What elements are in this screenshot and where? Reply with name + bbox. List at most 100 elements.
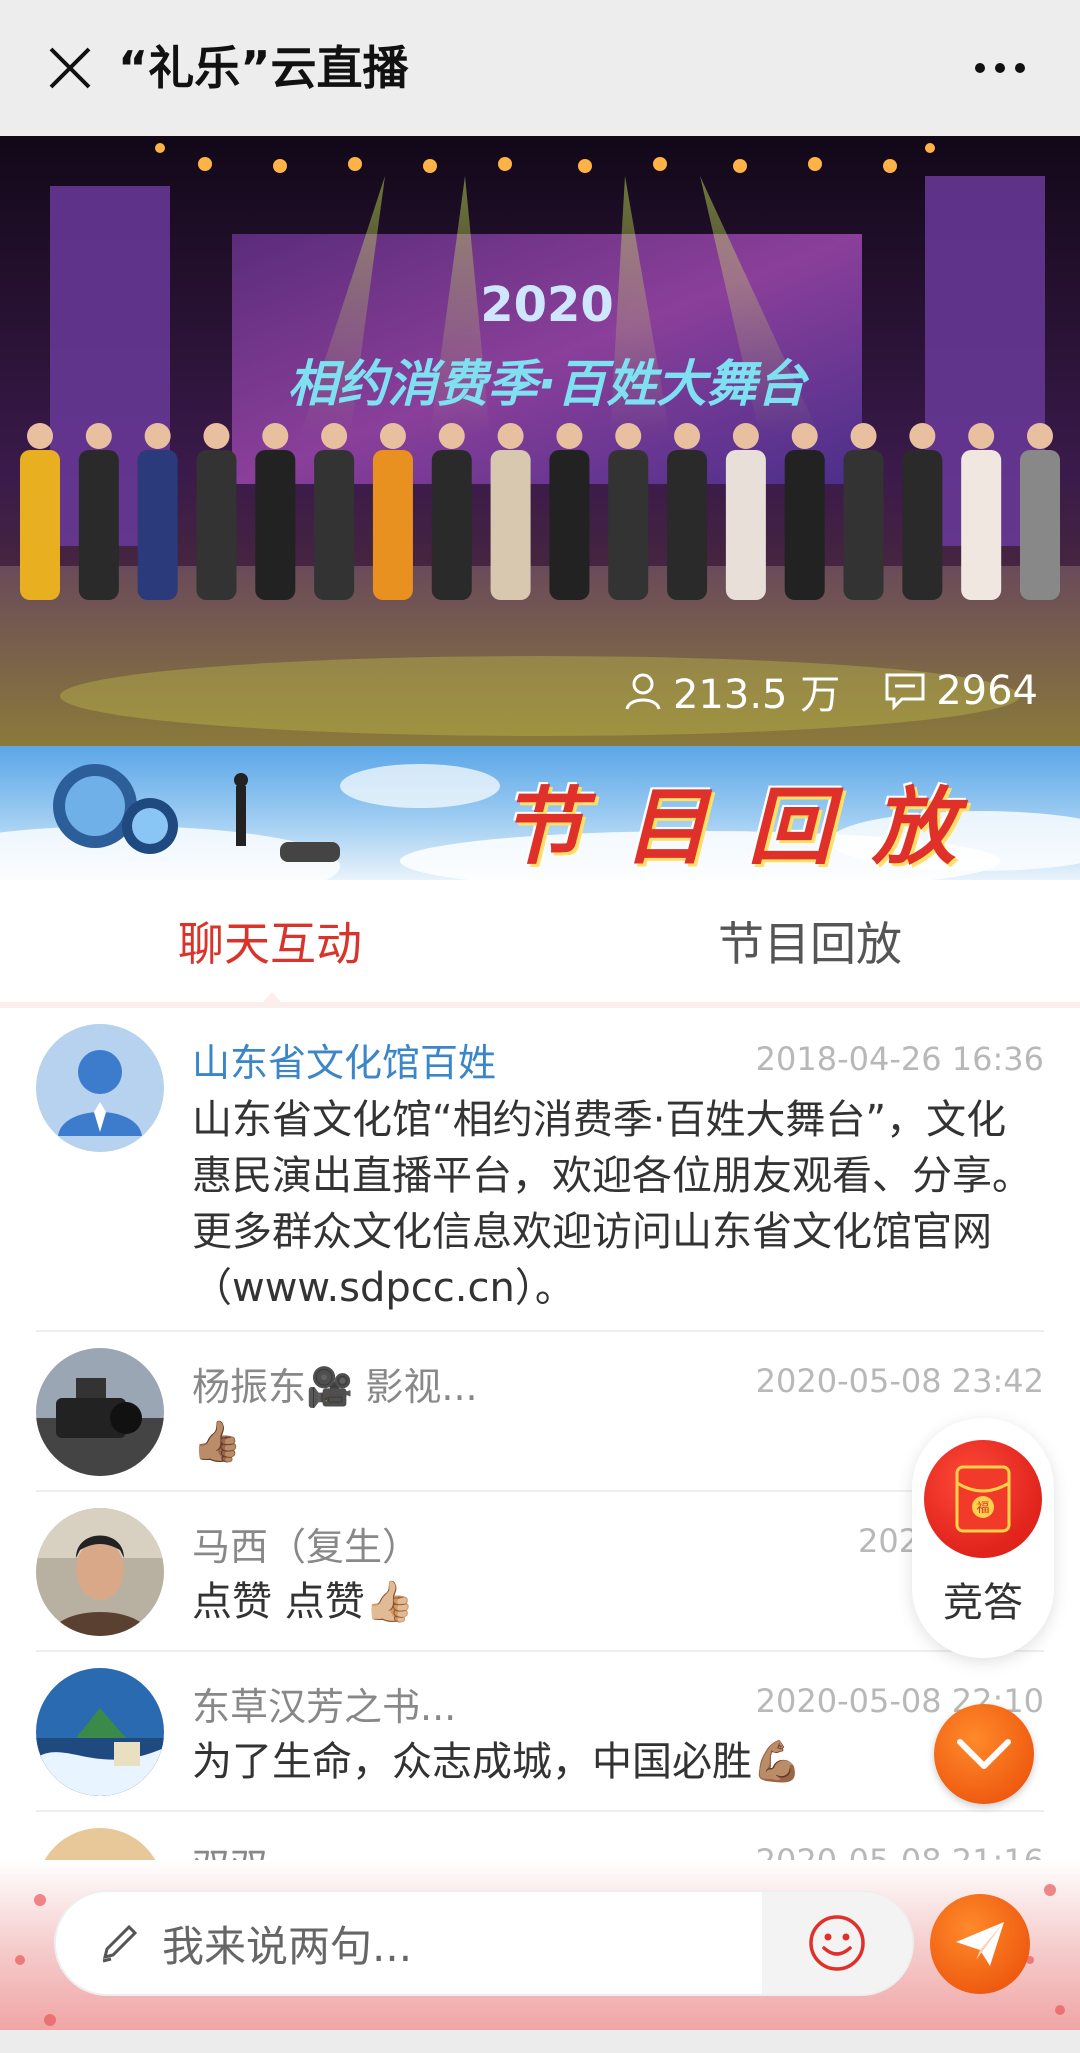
chat-message: 双双 2020-05-08 21:16 bbox=[36, 1812, 1044, 1860]
performer-body bbox=[314, 450, 355, 600]
performer-head bbox=[1027, 423, 1053, 449]
message-author[interactable]: 杨振东🎥 影视... bbox=[192, 1356, 532, 1411]
red-envelope-icon: 福 bbox=[924, 1440, 1042, 1558]
viewer-count-text: 213.5 万 bbox=[672, 672, 841, 718]
chat-message: 山东省文化馆百姓 2018-04-26 16:36 山东省文化馆“相约消费季·百… bbox=[36, 1014, 1044, 1332]
message-time: 2018-04-26 16:36 bbox=[755, 1040, 1044, 1078]
performer-body bbox=[372, 450, 413, 600]
banner-char: 放 bbox=[872, 777, 957, 876]
quiz-label: 竞答 bbox=[943, 1580, 1023, 1626]
performer-body bbox=[490, 450, 531, 600]
performer-head bbox=[85, 423, 112, 449]
comment-count: 2964 bbox=[884, 668, 1038, 714]
performer-head bbox=[556, 423, 583, 449]
avatar[interactable] bbox=[36, 1668, 164, 1796]
performer-body bbox=[196, 450, 237, 600]
avatar[interactable] bbox=[36, 1348, 164, 1476]
message-author[interactable]: 马西（复生） bbox=[192, 1516, 532, 1571]
performer-head bbox=[438, 423, 465, 449]
tab-chat[interactable]: 聊天互动 bbox=[0, 880, 540, 1002]
performer-body bbox=[1020, 450, 1060, 600]
video-stats: 213.5 万 2964 bbox=[593, 662, 1038, 720]
send-button[interactable] bbox=[930, 1894, 1030, 1994]
performer-head bbox=[262, 423, 289, 449]
active-tab-indicator bbox=[258, 992, 286, 1008]
chat-list[interactable]: 山东省文化馆百姓 2018-04-26 16:36 山东省文化馆“相约消费季·百… bbox=[0, 1014, 1080, 1860]
avatar[interactable] bbox=[36, 1828, 164, 1860]
fu-char: 福 bbox=[976, 1501, 989, 1516]
tab-replay[interactable]: 节目回放 bbox=[540, 880, 1080, 1002]
performer-head bbox=[144, 423, 171, 449]
default-user-icon bbox=[36, 1024, 164, 1152]
message-author[interactable]: 山东省文化馆百姓 bbox=[192, 1032, 522, 1087]
top-bar: “礼乐”云直播 bbox=[0, 0, 1080, 136]
camera-photo-icon bbox=[36, 1348, 164, 1476]
more-dot-icon bbox=[995, 63, 1005, 73]
performer-body bbox=[725, 450, 766, 600]
performer-body bbox=[431, 450, 472, 600]
message-content: 为了生命，众志成城，中国必胜💪🏽 bbox=[192, 1739, 802, 1785]
close-button[interactable] bbox=[32, 30, 108, 106]
replay-banner[interactable]: 节 目 回 放 bbox=[0, 746, 1080, 880]
quiz-button[interactable]: 福 竞答 bbox=[912, 1418, 1054, 1658]
stage-scene-image: 2020 相约消费季·百姓大舞台 bbox=[0, 136, 1080, 746]
performer-head bbox=[909, 423, 936, 449]
performer-head bbox=[321, 423, 348, 449]
performer-body bbox=[902, 450, 943, 600]
chat-message: 马西（复生） 2020-05-08 点赞 点赞👍🏼 bbox=[36, 1492, 1044, 1652]
message-author[interactable]: 东草汉芳之书... bbox=[192, 1676, 532, 1731]
performer-body bbox=[78, 450, 119, 600]
chat-message: 东草汉芳之书... 2020-05-08 22:10 为了生命，众志成城，中国必… bbox=[36, 1652, 1044, 1812]
banner-title: 节 目 回 放 bbox=[500, 760, 956, 880]
message-author[interactable]: 双双 bbox=[192, 1836, 532, 1860]
performer-head bbox=[732, 423, 759, 449]
message-content: 山东省文化馆“相约消费季·百姓大舞台”，文化惠民演出直播平台，欢迎各位朋友观看、… bbox=[192, 1097, 1032, 1311]
emoji-button[interactable] bbox=[762, 1892, 912, 1994]
user-photo-icon bbox=[36, 1508, 164, 1636]
performer-head bbox=[791, 423, 818, 449]
stage-year-text: 2020 bbox=[480, 277, 614, 333]
performer-head bbox=[27, 423, 53, 449]
person-icon bbox=[625, 673, 661, 710]
performer-body bbox=[667, 450, 708, 600]
comment-count-text: 2964 bbox=[936, 668, 1038, 714]
performer-body bbox=[784, 450, 825, 600]
performer-body bbox=[843, 450, 884, 600]
performer-body bbox=[137, 450, 178, 600]
message-time: 2020-05-08 21:16 bbox=[756, 1842, 1044, 1860]
performer-body bbox=[961, 450, 1002, 600]
smiley-icon bbox=[809, 1915, 865, 1971]
bottom-strip bbox=[0, 2030, 1080, 2053]
chevron-down-icon bbox=[957, 1739, 1011, 1769]
scroll-down-button[interactable] bbox=[934, 1704, 1034, 1804]
more-dot-icon bbox=[975, 63, 985, 73]
comment-icon bbox=[885, 673, 925, 711]
performer-body bbox=[255, 450, 296, 600]
banner-char: 目 bbox=[624, 777, 709, 876]
performer-head bbox=[203, 423, 230, 449]
more-dot-icon bbox=[1015, 63, 1025, 73]
comment-bar: 我来说两句... bbox=[0, 1860, 1080, 2053]
avatar[interactable] bbox=[36, 1508, 164, 1636]
performer-body bbox=[549, 450, 590, 600]
avatar[interactable] bbox=[36, 1024, 164, 1152]
performer-head bbox=[674, 423, 701, 449]
tab-bar: 聊天互动 节目回放 bbox=[0, 880, 1080, 1008]
comment-placeholder: 我来说两句... bbox=[162, 1921, 413, 1971]
more-button[interactable] bbox=[960, 30, 1040, 106]
banner-char: 节 bbox=[500, 777, 585, 876]
performer-head bbox=[850, 423, 877, 449]
close-icon bbox=[49, 47, 91, 89]
performer-head bbox=[497, 423, 524, 449]
performer-body bbox=[20, 450, 60, 600]
stage-title-text: 相约消费季·百姓大舞台 bbox=[288, 355, 810, 413]
live-video-player[interactable]: 2020 相约消费季·百姓大舞台 213.5 万 2964 bbox=[0, 136, 1080, 746]
message-time: 2020-05-08 23:42 bbox=[755, 1362, 1044, 1400]
comment-input[interactable]: 我来说两句... bbox=[54, 1890, 914, 1996]
performer-head bbox=[379, 423, 406, 449]
paper-plane-icon bbox=[956, 1922, 1004, 1966]
performer-head bbox=[615, 423, 642, 449]
performer-head bbox=[968, 423, 995, 449]
page-title: “礼乐”云直播 bbox=[118, 41, 409, 95]
viewer-count: 213.5 万 bbox=[623, 662, 840, 720]
